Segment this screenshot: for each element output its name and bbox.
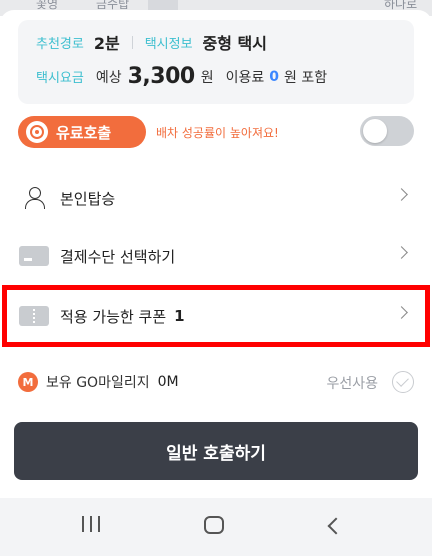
- fare-value: 3,300: [127, 64, 196, 89]
- premium-call-button[interactable]: 유료호출: [18, 116, 146, 148]
- system-navigation-bar: [0, 498, 432, 556]
- recent-apps-bar: [90, 516, 92, 532]
- taxi-info-label: 택시정보: [144, 36, 193, 52]
- route-info-card: 추천경로 2분 택시정보 중형 택시 택시요금 예상 3,300 원 이용료 0…: [18, 20, 414, 104]
- payment-method-label: 결제수단 선택하기: [60, 247, 176, 266]
- fare-unit: 원: [200, 69, 214, 86]
- chevron-right-icon: [395, 246, 408, 259]
- coupon-icon: [19, 306, 49, 326]
- home-icon[interactable]: [204, 516, 224, 534]
- mileage-label: 보유 GO마일리지: [46, 375, 150, 391]
- fee-label: 이용료: [225, 69, 265, 86]
- icon-container: [18, 186, 50, 210]
- chevron-right-icon: [395, 306, 408, 319]
- coupon-label: 적용 가능한 쿠폰: [60, 307, 167, 326]
- premium-call-label: 유료호출: [56, 123, 112, 142]
- fare-label: 택시요금: [36, 71, 84, 86]
- self-boarding-item[interactable]: 본인탑승: [18, 170, 414, 226]
- coupon-count: 1: [174, 307, 185, 325]
- self-boarding-label: 본인탑승: [60, 189, 116, 208]
- premium-hint: 배차 성공률이 높아져요!: [156, 126, 279, 140]
- fee-value: 0: [269, 68, 279, 85]
- toggle-knob: [363, 119, 387, 143]
- icon-container: [18, 304, 50, 328]
- payment-method-item[interactable]: 결제수단 선택하기: [18, 228, 414, 284]
- mileage-use-label: 우선사용: [326, 376, 378, 392]
- fare-prefix: 예상: [95, 69, 122, 86]
- route-row: 추천경로 2분 택시정보 중형 택시: [36, 30, 267, 54]
- card-icon: [19, 246, 49, 266]
- fare-row: 택시요금 예상 3,300 원 이용료 0 원 포함: [36, 64, 327, 89]
- recent-apps-icon[interactable]: [82, 516, 100, 536]
- mileage-row: M 보유 GO마일리지 0M 우선사용: [18, 362, 414, 402]
- target-icon: [26, 121, 48, 143]
- premium-call-row: 유료호출 배차 성공률이 높아져요!: [18, 114, 414, 154]
- taxi-info-value: 중형 택시: [202, 34, 267, 53]
- divider: [131, 35, 133, 49]
- chevron-right-icon: [395, 188, 408, 201]
- mileage-value: 0M: [157, 374, 179, 390]
- route-label: 추천경로: [36, 36, 84, 52]
- coupon-item[interactable]: 적용 가능한 쿠폰 1: [18, 288, 414, 344]
- premium-toggle[interactable]: [360, 116, 414, 146]
- fee-suffix: 원 포함: [283, 69, 328, 86]
- mileage-use-check-icon[interactable]: [392, 371, 414, 393]
- recent-apps-bar: [82, 516, 84, 532]
- mileage-icon: M: [18, 372, 38, 392]
- back-icon[interactable]: [327, 517, 345, 535]
- recent-apps-bar: [98, 516, 100, 532]
- person-icon: [24, 187, 45, 209]
- route-value: 2분: [93, 34, 120, 53]
- icon-container: [18, 244, 50, 268]
- normal-call-button[interactable]: 일반 호출하기: [14, 422, 418, 480]
